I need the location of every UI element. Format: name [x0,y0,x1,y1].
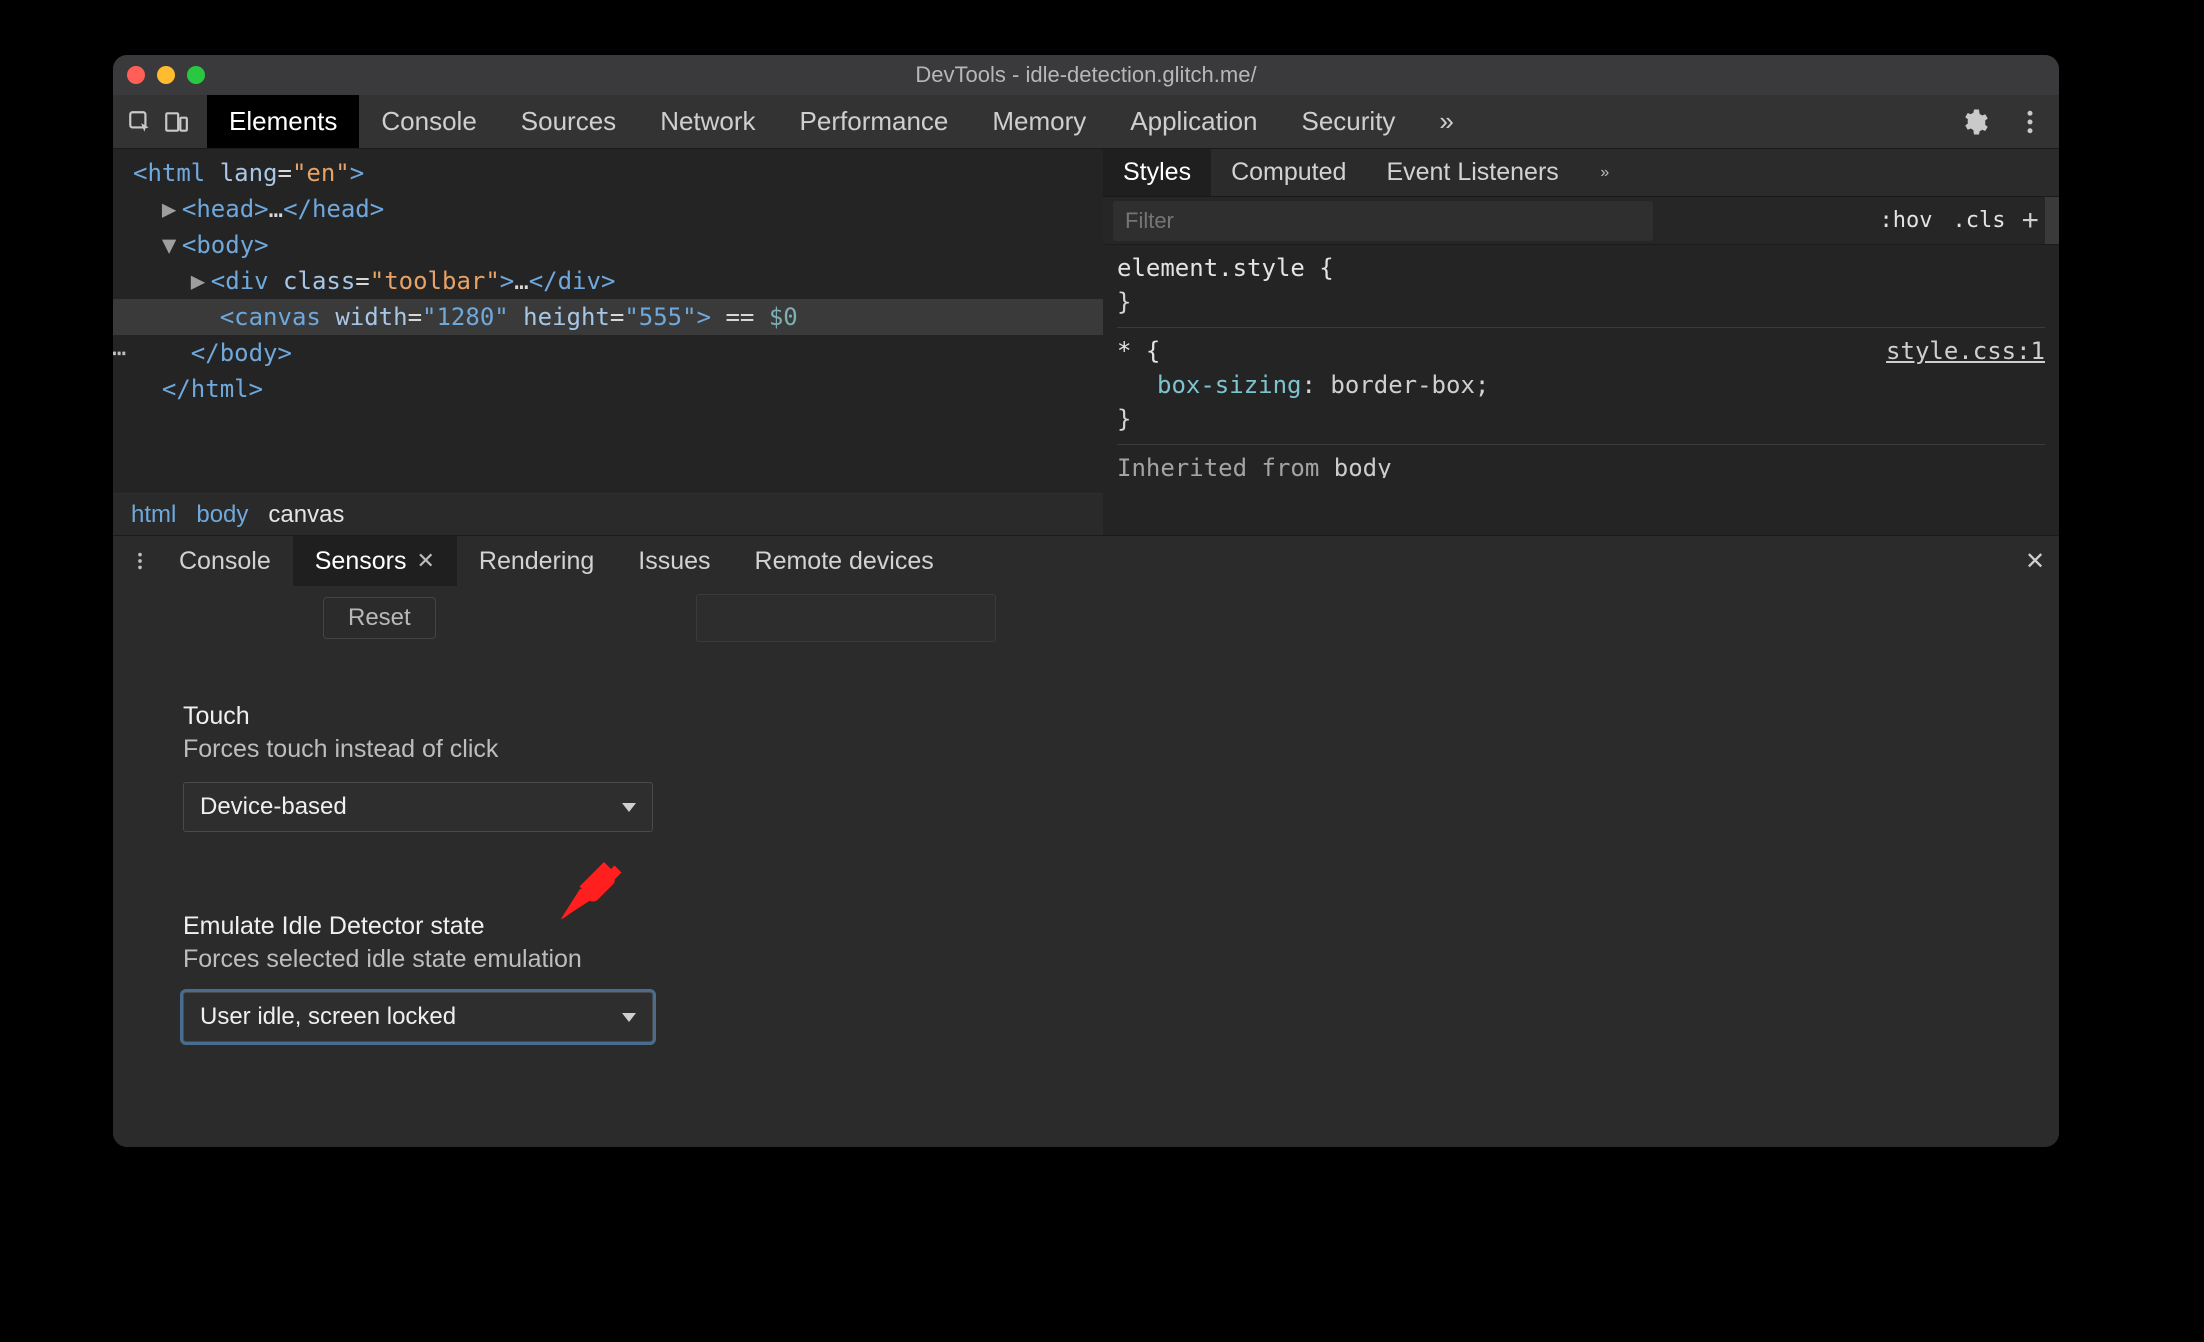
zoom-window-button[interactable] [187,66,205,84]
close-window-button[interactable] [127,66,145,84]
minimize-window-button[interactable] [157,66,175,84]
dom-line[interactable]: ▶<head>…</head> [113,191,1103,227]
drawer: Console Sensors ✕ Rendering Issues Remote dev… [113,535,2059,1147]
breadcrumb-body[interactable]: body [196,501,248,529]
styles-filterbar: :hov .cls + [1103,197,2059,245]
window-title: DevTools - idle-detection.glitch.me/ [113,62,2059,88]
device-toolbar-icon[interactable] [163,109,189,135]
gutter-ellipsis-icon: ⋯ [113,335,128,371]
touch-title: Touch [183,702,2029,731]
sensors-panel: Reset Touch Forces touch instead of clic… [113,586,2059,1147]
tab-application[interactable]: Application [1108,95,1279,148]
panels: ⋯ <html lang="en"> ▶<head>…</head> ▼<bod… [113,149,2059,535]
rule-header: element.style { [1117,254,1334,282]
tab-memory[interactable]: Memory [970,95,1108,148]
disabled-field [696,594,996,642]
tab-network[interactable]: Network [638,95,777,148]
close-icon[interactable]: ✕ [416,548,434,574]
inspect-tools [127,95,207,148]
dom-line[interactable]: </body> [113,335,1103,371]
styles-subtabs: StylesComputedEvent Listeners» [1103,149,2059,197]
new-style-rule-button[interactable]: + [2015,204,2045,238]
tab-security[interactable]: Security [1280,95,1418,148]
dom-tree[interactable]: ⋯ <html lang="en"> ▶<head>…</head> ▼<bod… [113,149,1103,493]
drawer-tab-label: Issues [638,547,710,576]
idle-select-value: User idle, screen locked [200,1003,456,1031]
idle-subtitle: Forces selected idle state emulation [183,945,2029,974]
reset-button[interactable]: Reset [323,597,436,639]
dom-line[interactable]: </html> [113,371,1103,407]
drawer-tab-label: Rendering [479,547,594,576]
subtabs-overflow-button[interactable]: » [1583,149,1627,196]
breadcrumb-canvas[interactable]: canvas [268,501,344,529]
tabs-overflow-button[interactable]: » [1417,95,1475,148]
inspect-element-icon[interactable] [127,109,153,135]
hov-toggle[interactable]: :hov [1870,208,1943,233]
main-tabstrip: ElementsConsoleSourcesNetworkPerformance… [113,95,2059,149]
drawer-close-button[interactable]: ✕ [2011,536,2059,586]
subtab-styles[interactable]: Styles [1103,149,1211,196]
settings-gear-icon[interactable] [1959,107,1989,137]
dom-line[interactable]: ▼<body> [113,227,1103,263]
touch-select-value: Device-based [200,793,347,821]
devtools-window: DevTools - idle-detection.glitch.me/ Ele… [113,55,2059,1147]
titlebar: DevTools - idle-detection.glitch.me/ [113,55,2059,95]
cls-toggle[interactable]: .cls [1942,208,2015,233]
chevron-more-icon: » [1439,106,1453,137]
elements-panel: ⋯ <html lang="en"> ▶<head>…</head> ▼<bod… [113,149,1103,535]
subtab-computed[interactable]: Computed [1211,149,1366,196]
styles-panel: StylesComputedEvent Listeners» :hov .cls… [1103,149,2059,535]
css-prop: box-sizing [1157,371,1302,399]
drawer-tab-console[interactable]: Console [157,536,293,586]
styles-rules[interactable]: element.style { } style.css:1 * { box-si… [1103,245,2059,484]
inherited-label: Inherited from body [1117,454,1392,478]
styles-filter-input[interactable] [1113,201,1653,241]
drawer-tab-label: Console [179,547,271,576]
dom-breadcrumb: html body canvas [113,493,1103,535]
touch-subtitle: Forces touch instead of click [183,735,2029,764]
drawer-tab-rendering[interactable]: Rendering [457,536,616,586]
tab-performance[interactable]: Performance [778,95,971,148]
css-val: border-box [1330,371,1475,399]
chevron-down-icon [622,1013,636,1022]
idle-select[interactable]: User idle, screen locked [183,992,653,1042]
dom-line[interactable]: ▶<div class="toolbar">…</div> [113,263,1103,299]
rule-source-link[interactable]: style.css:1 [1886,334,2045,368]
drawer-tab-label: Sensors [315,547,407,576]
more-menu-icon[interactable] [2015,107,2045,137]
drawer-tab-remote-devices[interactable]: Remote devices [733,536,956,586]
breadcrumb-html[interactable]: html [131,501,176,529]
subtab-event-listeners[interactable]: Event Listeners [1366,149,1578,196]
tab-sources[interactable]: Sources [499,95,638,148]
drawer-more-icon[interactable] [123,536,157,586]
tab-console[interactable]: Console [359,95,498,148]
brace-close: } [1117,288,1131,316]
drawer-tabstrip: Console Sensors ✕ Rendering Issues Remote dev… [113,536,2059,586]
scroll-corner [2045,197,2059,244]
chevron-down-icon [622,803,636,812]
drawer-tab-issues[interactable]: Issues [616,536,732,586]
brace-close: } [1117,405,1131,433]
rule-header: * { [1117,337,1160,365]
tab-elements[interactable]: Elements [207,95,359,148]
idle-title: Emulate Idle Detector state [183,912,2029,941]
dom-line[interactable]: <canvas width="1280" height="555"> == $0 [113,299,1103,335]
window-controls [127,66,205,84]
drawer-tab-label: Remote devices [755,547,934,576]
dom-line[interactable]: <html lang="en"> [113,155,1103,191]
drawer-tab-sensors[interactable]: Sensors ✕ [293,536,457,586]
touch-select[interactable]: Device-based [183,782,653,832]
